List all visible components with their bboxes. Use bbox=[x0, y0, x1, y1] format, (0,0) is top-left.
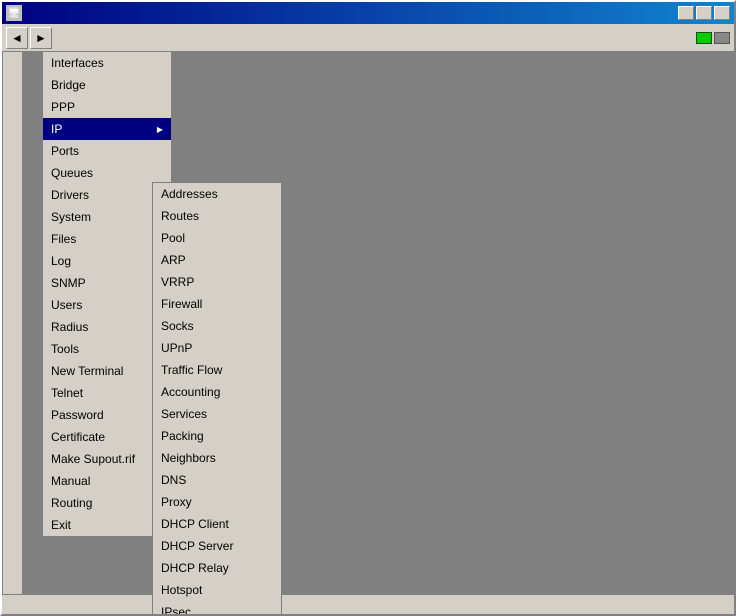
sub-label-traffic-flow: Traffic Flow bbox=[161, 363, 222, 377]
side-label bbox=[2, 52, 22, 594]
sub-label-accounting: Accounting bbox=[161, 385, 220, 399]
menu-label-manual: Manual bbox=[51, 474, 163, 488]
sub-label-dhcp-client: DHCP Client bbox=[161, 517, 229, 531]
sub-menu-item-dhcp-relay[interactable]: DHCP Relay bbox=[153, 557, 281, 579]
menu-item-ports[interactable]: Ports bbox=[43, 140, 171, 162]
sub-menu-item-pool[interactable]: Pool bbox=[153, 227, 281, 249]
sub-label-addresses: Addresses bbox=[161, 187, 218, 201]
menu-label-log: Log bbox=[51, 254, 163, 268]
sub-label-services: Services bbox=[161, 407, 207, 421]
menu-item-ip[interactable]: IP▶ bbox=[43, 118, 171, 140]
sub-menu-item-socks[interactable]: Socks bbox=[153, 315, 281, 337]
sub-label-vrrp: VRRP bbox=[161, 275, 194, 289]
sub-label-packing: Packing bbox=[161, 429, 204, 443]
sub-menu-item-dhcp-client[interactable]: DHCP Client bbox=[153, 513, 281, 535]
menu-label-files: Files bbox=[51, 232, 163, 246]
sub-label-firewall: Firewall bbox=[161, 297, 202, 311]
main-window: 🖥 ◄ ► InterfacesBridg bbox=[0, 0, 736, 616]
sub-label-routes: Routes bbox=[161, 209, 199, 223]
forward-icon: ► bbox=[35, 31, 47, 45]
menu-label-routing: Routing bbox=[51, 496, 157, 510]
sub-label-pool: Pool bbox=[161, 231, 185, 245]
menu-label-bridge: Bridge bbox=[51, 78, 163, 92]
sub-menu-item-dhcp-server[interactable]: DHCP Server bbox=[153, 535, 281, 557]
menu-item-bridge[interactable]: Bridge bbox=[43, 74, 171, 96]
minimize-button[interactable] bbox=[678, 6, 694, 20]
back-icon: ◄ bbox=[11, 31, 23, 45]
close-button[interactable] bbox=[714, 6, 730, 20]
sub-menu-item-packing[interactable]: Packing bbox=[153, 425, 281, 447]
app-icon: 🖥 bbox=[6, 5, 22, 21]
menu-label-radius: Radius bbox=[51, 320, 163, 334]
menu-label-system: System bbox=[51, 210, 157, 224]
sub-menu-item-firewall[interactable]: Firewall bbox=[153, 293, 281, 315]
sub-label-dhcp-server: DHCP Server bbox=[161, 539, 233, 553]
menu-label-interfaces: Interfaces bbox=[51, 56, 163, 70]
sub-menu-item-addresses[interactable]: Addresses bbox=[153, 183, 281, 205]
menu-item-ppp[interactable]: PPP bbox=[43, 96, 171, 118]
menu-label-tools: Tools bbox=[51, 342, 157, 356]
sub-menu-ip: Addresses Routes Pool ARP VRRP Firewall Socks U… bbox=[152, 182, 282, 616]
sub-menu-item-accounting[interactable]: Accounting bbox=[153, 381, 281, 403]
sub-label-hotspot: Hotspot bbox=[161, 583, 202, 597]
titlebar-buttons bbox=[678, 6, 730, 20]
menu-label-snmp: SNMP bbox=[51, 276, 163, 290]
titlebar-left: 🖥 bbox=[6, 5, 26, 21]
sub-label-arp: ARP bbox=[161, 253, 186, 267]
menu-label-make-supout: Make Supout.rif bbox=[51, 452, 163, 466]
forward-button[interactable]: ► bbox=[30, 27, 52, 49]
sub-label-proxy: Proxy bbox=[161, 495, 192, 509]
sub-menu-item-traffic-flow[interactable]: Traffic Flow bbox=[153, 359, 281, 381]
sub-label-ipsec: IPsec bbox=[161, 605, 191, 616]
status-bar bbox=[2, 594, 734, 614]
sub-menu-item-ipsec[interactable]: IPsec bbox=[153, 601, 281, 616]
sub-menu-item-neighbors[interactable]: Neighbors bbox=[153, 447, 281, 469]
indicator-gray bbox=[714, 32, 730, 44]
sub-menu-item-hotspot[interactable]: Hotspot bbox=[153, 579, 281, 601]
menu-label-telnet: Telnet bbox=[51, 386, 163, 400]
menu-label-new-terminal: New Terminal bbox=[51, 364, 163, 378]
menu-label-ppp: PPP bbox=[51, 100, 163, 114]
sub-menu-item-routes[interactable]: Routes bbox=[153, 205, 281, 227]
sub-label-neighbors: Neighbors bbox=[161, 451, 216, 465]
menu-item-queues[interactable]: Queues bbox=[43, 162, 171, 184]
sub-menu-item-proxy[interactable]: Proxy bbox=[153, 491, 281, 513]
menu-label-exit: Exit bbox=[51, 518, 163, 532]
indicator-green bbox=[696, 32, 712, 44]
sub-label-upnp: UPnP bbox=[161, 341, 192, 355]
content-area: Interfaces Bridge PPP IP▶ Ports Queues Drivers… bbox=[2, 52, 734, 594]
back-button[interactable]: ◄ bbox=[6, 27, 28, 49]
sub-menu-item-vrrp[interactable]: VRRP bbox=[153, 271, 281, 293]
sub-menu-item-upnp[interactable]: UPnP bbox=[153, 337, 281, 359]
menu-label-password: Password bbox=[51, 408, 163, 422]
menu-label-certificate: Certificate bbox=[51, 430, 163, 444]
sub-menu-item-arp[interactable]: ARP bbox=[153, 249, 281, 271]
arrow-icon-ip: ▶ bbox=[157, 125, 163, 134]
toolbar: ◄ ► bbox=[2, 24, 734, 52]
titlebar: 🖥 bbox=[2, 2, 734, 24]
menu-label-drivers: Drivers bbox=[51, 188, 163, 202]
sub-menu-item-dns[interactable]: DNS bbox=[153, 469, 281, 491]
maximize-button[interactable] bbox=[696, 6, 712, 20]
sub-label-dhcp-relay: DHCP Relay bbox=[161, 561, 229, 575]
menu-item-interfaces[interactable]: Interfaces bbox=[43, 52, 171, 74]
menu-label-users: Users bbox=[51, 298, 163, 312]
sub-menu-item-services[interactable]: Services bbox=[153, 403, 281, 425]
menu-label-ports: Ports bbox=[51, 144, 163, 158]
menu-label-ip: IP bbox=[51, 122, 157, 136]
menu-label-queues: Queues bbox=[51, 166, 163, 180]
sub-label-dns: DNS bbox=[161, 473, 186, 487]
sub-label-socks: Socks bbox=[161, 319, 194, 333]
